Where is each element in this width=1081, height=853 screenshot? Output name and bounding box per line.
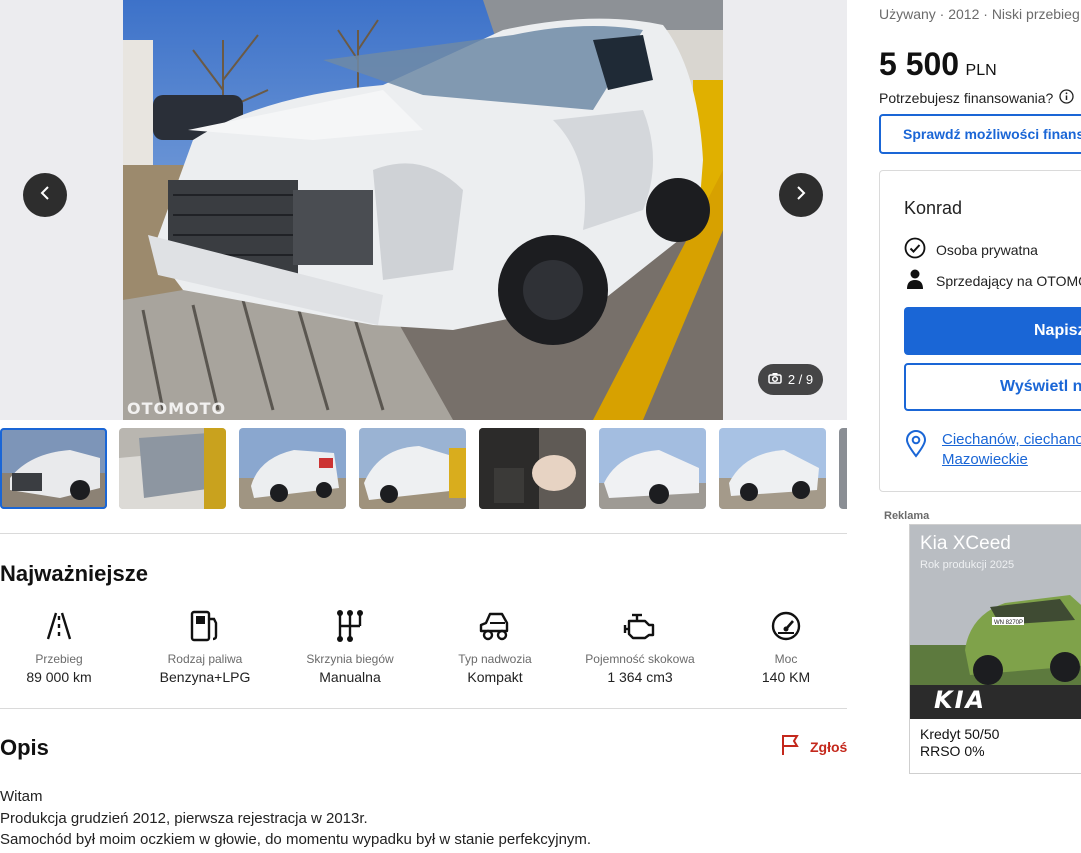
fuel-pump-icon bbox=[130, 606, 280, 646]
ad-subtitle: Rok produkcji 2025 bbox=[920, 559, 1015, 571]
description-text: Witam Produkcja grudzień 2012, pierwsza … bbox=[0, 786, 591, 851]
report-label: Zgłoś bbox=[810, 738, 848, 755]
param-value: 140 KM bbox=[761, 669, 811, 685]
info-icon[interactable] bbox=[1059, 89, 1074, 107]
param-value: 89 000 km bbox=[26, 669, 92, 685]
param-value: Manualna bbox=[319, 669, 381, 685]
divider bbox=[0, 708, 847, 709]
param-mileage: Przebieg 89 000 km bbox=[0, 606, 134, 685]
report-button[interactable]: Zgłoś bbox=[780, 734, 847, 759]
param-label: Typ nadwozia bbox=[458, 652, 532, 666]
thumbnail[interactable] bbox=[239, 428, 346, 509]
price: 5 500 PLN bbox=[879, 46, 997, 83]
ad-image: KIA WN 8270P Kia XCeed Rok produkcji 202… bbox=[910, 525, 1081, 719]
description-line: Samochód był moim oczkiem w głowie, do m… bbox=[0, 831, 592, 848]
flag-icon bbox=[780, 734, 802, 759]
chevron-right-icon bbox=[793, 185, 809, 206]
seller-type-row: Osoba prywatna bbox=[904, 237, 1038, 262]
location-line[interactable]: Mazowieckie bbox=[942, 450, 1081, 470]
financing-question: Potrzebujesz finansowania? bbox=[879, 89, 1074, 107]
ad-offer: Kredyt 50/50 RRSO 0% bbox=[920, 726, 999, 760]
thumbnail[interactable] bbox=[839, 428, 847, 509]
photo-gallery: OTOMOTO 2 / 9 bbox=[0, 0, 847, 420]
highlights-title: Najważniejsze bbox=[0, 561, 148, 586]
param-value: Kompakt bbox=[467, 669, 523, 685]
param-label: Moc bbox=[774, 652, 798, 666]
ad-offer-line: RRSO 0% bbox=[920, 743, 985, 759]
seller-since: Sprzedający na OTOMOTO od bbox=[936, 272, 1081, 289]
ad-banner[interactable]: KIA WN 8270P Kia XCeed Rok produkcji 202… bbox=[909, 524, 1081, 774]
road-icon bbox=[0, 606, 134, 646]
seller-location: Ciechanów, ciechanowski, Mazowieckie bbox=[904, 430, 1081, 470]
main-photo[interactable] bbox=[123, 0, 723, 420]
show-phone-button[interactable]: Wyświetl numer bbox=[904, 363, 1081, 411]
ad-title: Kia XCeed bbox=[920, 533, 1011, 554]
description-line: Produkcja grudzień 2012, pierwsza rejest… bbox=[0, 809, 368, 827]
location-link[interactable]: Ciechanów, ciechanowski, Mazowieckie bbox=[942, 430, 1081, 470]
thumbnail-strip bbox=[0, 428, 847, 509]
description-title: Opis bbox=[0, 735, 49, 760]
param-body-type: Typ nadwozia Kompakt bbox=[420, 606, 570, 685]
financing-button[interactable]: Sprawdź możliwości finansowania bbox=[879, 114, 1081, 154]
camera-icon bbox=[768, 372, 782, 387]
license-plate: WN 8270P bbox=[994, 620, 1023, 626]
speedometer-icon bbox=[711, 606, 861, 646]
param-power: Moc 140 KM bbox=[711, 606, 861, 685]
listing-meta: Używany · 2012 · Niski przebieg bbox=[879, 6, 1080, 22]
thumbnail[interactable] bbox=[359, 428, 466, 509]
param-label: Rodzaj paliwa bbox=[167, 652, 243, 666]
ad-label: Reklama bbox=[884, 510, 930, 522]
price-currency: PLN bbox=[965, 62, 997, 79]
watermark-logo: OTOMOTO bbox=[127, 399, 227, 418]
seller-type: Osoba prywatna bbox=[936, 241, 1038, 258]
description-line: Witam bbox=[0, 788, 43, 805]
param-label: Przebieg bbox=[35, 652, 83, 666]
thumbnail[interactable] bbox=[479, 428, 586, 509]
kia-logo: KIA bbox=[934, 686, 986, 714]
previous-photo-button[interactable] bbox=[23, 173, 67, 217]
param-engine-capacity: Pojemność skokowa 1 364 cm3 bbox=[565, 606, 715, 685]
param-value: Benzyna+LPG bbox=[159, 669, 251, 685]
message-button[interactable]: Napisz bbox=[904, 307, 1081, 355]
param-gearbox: Skrzynia biegów Manualna bbox=[275, 606, 425, 685]
thumbnail[interactable] bbox=[719, 428, 826, 509]
person-icon bbox=[904, 268, 926, 293]
financing-question-text: Potrzebujesz finansowania? bbox=[879, 90, 1054, 106]
thumbnail[interactable] bbox=[599, 428, 706, 509]
param-fuel: Rodzaj paliwa Benzyna+LPG bbox=[130, 606, 280, 685]
seller-since-row: Sprzedający na OTOMOTO od bbox=[904, 268, 1081, 293]
location-line[interactable]: Ciechanów, ciechanowski, bbox=[942, 430, 1081, 450]
price-value: 5 500 bbox=[879, 46, 960, 82]
location-pin-icon bbox=[904, 430, 928, 470]
gearbox-icon bbox=[275, 606, 425, 646]
param-label: Skrzynia biegów bbox=[306, 652, 394, 666]
seller-name: Konrad bbox=[904, 198, 963, 218]
chevron-left-icon bbox=[37, 185, 53, 206]
divider bbox=[0, 533, 847, 534]
ad-offer-line: Kredyt 50/50 bbox=[920, 726, 1000, 742]
photo-counter: 2 / 9 bbox=[758, 364, 823, 395]
thumbnail[interactable] bbox=[119, 428, 226, 509]
param-label: Pojemność skokowa bbox=[585, 652, 695, 666]
next-photo-button[interactable] bbox=[779, 173, 823, 217]
car-body-icon bbox=[420, 606, 570, 646]
check-circle-icon bbox=[904, 237, 926, 262]
param-value: 1 364 cm3 bbox=[607, 669, 673, 685]
photo-counter-text: 2 / 9 bbox=[787, 372, 814, 387]
thumbnail[interactable] bbox=[0, 428, 107, 509]
engine-icon bbox=[565, 606, 715, 646]
